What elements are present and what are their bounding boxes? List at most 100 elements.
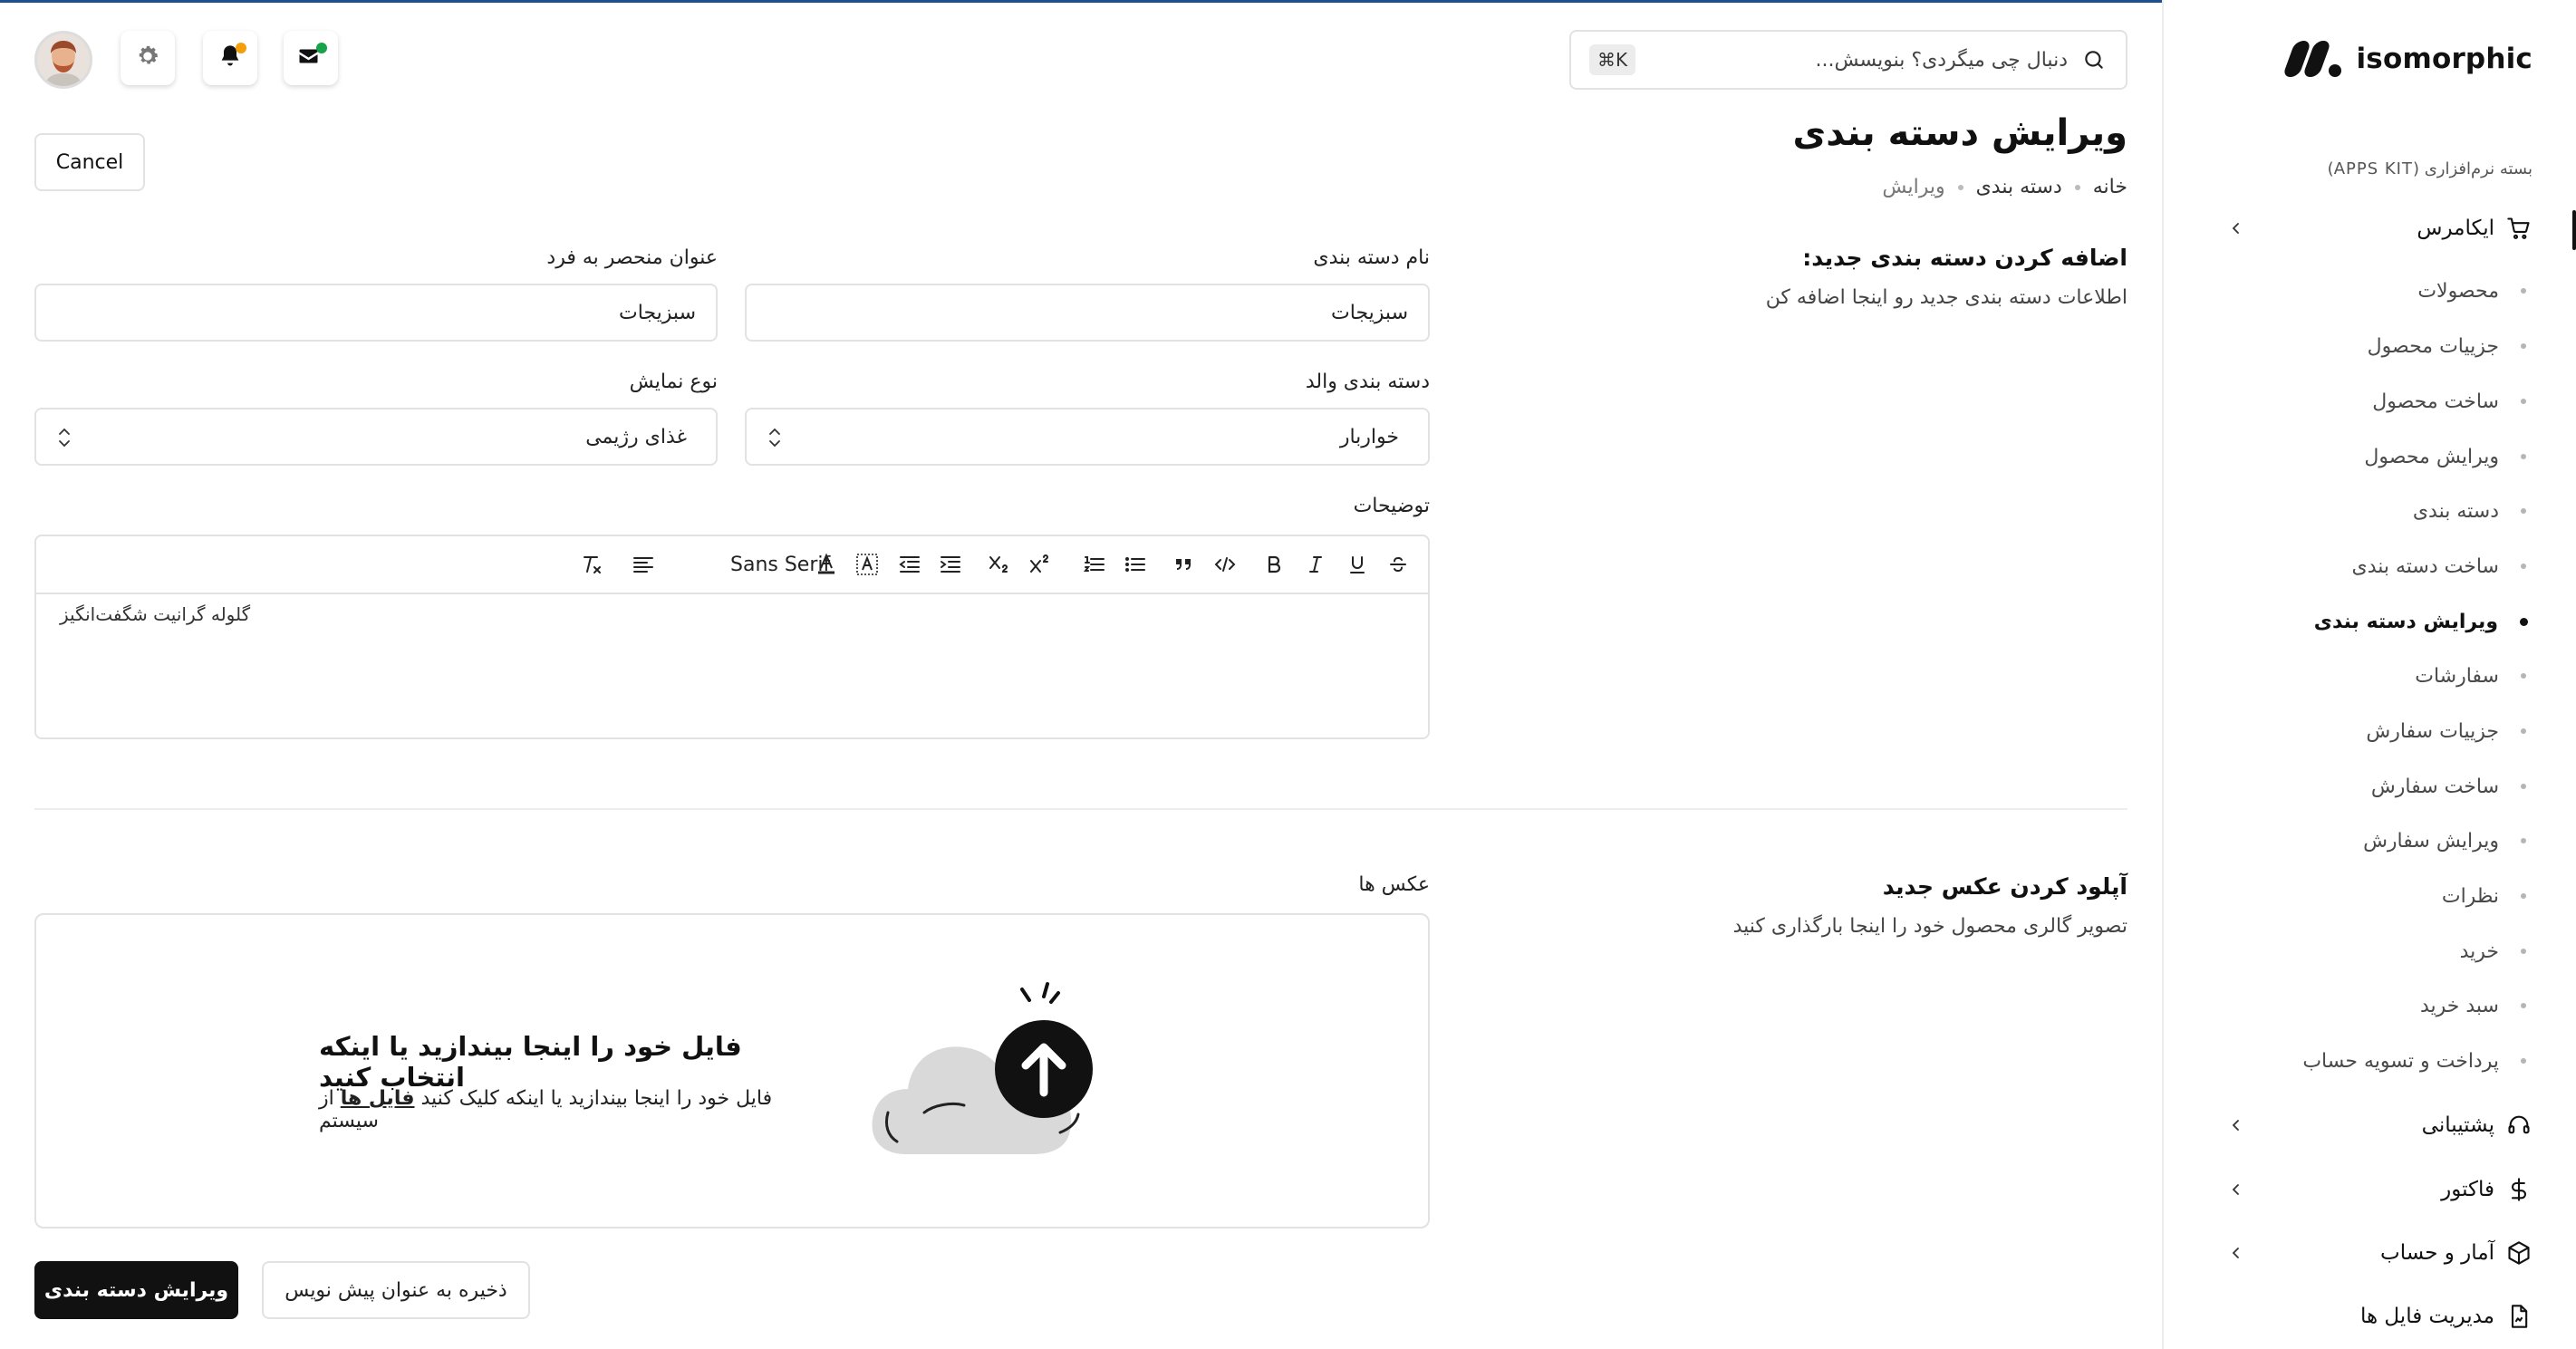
sidebar-item-categories[interactable]: دسته بندی xyxy=(2243,491,2533,531)
sidebar-item-checkout[interactable]: پرداخت و تسویه حساب xyxy=(2243,1041,2533,1081)
quote-icon[interactable] xyxy=(1170,549,1197,580)
breadcrumb-current: ویرایش xyxy=(1882,176,1945,198)
indent-icon[interactable] xyxy=(937,549,964,580)
bullet-dot xyxy=(2521,893,2526,899)
superscript-icon[interactable] xyxy=(1028,549,1055,580)
breadcrumb-home[interactable]: خانه xyxy=(2093,176,2127,198)
upload-section-description: تصویر گالری محصول خود را اینجا بارگذاری … xyxy=(1732,915,2127,938)
search-placeholder: دنبال چی میگردی؟ بنویسش... xyxy=(1815,48,2068,72)
dropzone-subtitle: فایل خود را اینجا بیندازید یا اینکه کلیک… xyxy=(319,1087,835,1132)
search-icon xyxy=(2080,46,2108,73)
sidebar-group-analytics[interactable]: آمار و حساب xyxy=(2164,1226,2576,1280)
breadcrumb-separator xyxy=(1957,184,1963,190)
sidebar-item-create-product[interactable]: ساخت محصول xyxy=(2243,381,2533,421)
browse-files-link[interactable]: فایل ها xyxy=(341,1087,415,1110)
chevron-left-icon[interactable] xyxy=(2224,1177,2249,1202)
slug-input[interactable]: سبزیجات xyxy=(34,284,718,342)
brand-name: isomorphic xyxy=(2356,43,2533,75)
search-bar[interactable]: دنبال چی میگردی؟ بنویسش... ⌘K xyxy=(1569,30,2127,90)
sidebar-item-label: دسته بندی xyxy=(2412,499,2499,523)
sidebar-item-edit-order[interactable]: ویرایش سفارش xyxy=(2243,821,2533,861)
subscript-icon[interactable] xyxy=(987,549,1014,580)
sidebar-item-edit-category[interactable]: ویرایش دسته بندی xyxy=(2243,602,2533,641)
editor-content[interactable]: گلوله گرانیت شگفت‌انگیز xyxy=(36,603,1428,625)
sidebar-group-label: آمار و حساب xyxy=(2380,1241,2494,1265)
rich-text-editor[interactable]: Sans Serif گلوله گرانیت شگفت‌انگیز xyxy=(34,535,1430,739)
gear-icon xyxy=(135,43,160,72)
sidebar-item-reviews[interactable]: نظرات xyxy=(2243,876,2533,916)
bullet-dot xyxy=(2521,288,2526,294)
code-icon[interactable] xyxy=(1211,549,1239,580)
strikethrough-icon[interactable] xyxy=(1384,549,1412,580)
category-section-title: اضافه کردن دسته بندی جدید: xyxy=(1802,245,2127,271)
notifications-button[interactable] xyxy=(203,31,257,85)
parent-category-label: دسته بندی والد xyxy=(1305,371,1430,393)
settings-button[interactable] xyxy=(121,31,175,85)
chevron-left-icon[interactable] xyxy=(2224,1240,2249,1266)
align-icon[interactable] xyxy=(630,549,657,580)
slug-value: سبزیجات xyxy=(619,301,696,324)
display-type-label: نوع نمایش xyxy=(629,371,718,393)
sidebar-group-label: ایکامرس xyxy=(2417,217,2494,240)
sidebar-item-create-category[interactable]: ساخت دسته بندی xyxy=(2243,546,2533,586)
chevron-left-icon[interactable] xyxy=(2224,216,2249,241)
messages-button[interactable] xyxy=(284,31,338,85)
sidebar-item-products[interactable]: محصولات xyxy=(2243,271,2533,311)
bullet-dot xyxy=(2521,343,2526,349)
sidebar-item-label: ویرایش محصول xyxy=(2364,445,2499,468)
sidebar-group-support[interactable]: پشتیبانی xyxy=(2164,1098,2576,1152)
sidebar-item-orders[interactable]: سفارشات xyxy=(2243,656,2533,696)
bullet-dot xyxy=(2521,1058,2526,1064)
sidebar-item-label: نظرات xyxy=(2441,884,2499,908)
dollar-icon xyxy=(2505,1176,2533,1203)
editor-text: گلوله گرانیت شگفت‌انگیز xyxy=(60,603,251,625)
sidebar-item-edit-product[interactable]: ویرایش محصول xyxy=(2243,437,2533,477)
images-label: عکس ها xyxy=(1358,873,1430,896)
bullet-dot xyxy=(2521,454,2526,459)
brand-logo[interactable]: isomorphic xyxy=(2282,36,2533,82)
sidebar-item-label: پرداخت و تسویه حساب xyxy=(2302,1049,2499,1073)
sidebar-item-cart[interactable]: سبد خرید xyxy=(2243,986,2533,1026)
sidebar-group-file-manager[interactable]: مدیریت فایل ها xyxy=(2164,1289,2576,1344)
breadcrumb-categories[interactable]: دسته بندی xyxy=(1976,176,2062,198)
notifications-badge xyxy=(236,43,246,53)
ordered-list-icon[interactable] xyxy=(1081,549,1108,580)
sidebar-item-product-details[interactable]: جزییات محصول xyxy=(2243,326,2533,366)
sidebar-group-ecommerce[interactable]: ایکامرس xyxy=(2164,201,2576,255)
sidebar-group-label: مدیریت فایل ها xyxy=(2359,1305,2494,1328)
breadcrumb-separator xyxy=(2074,184,2080,190)
sidebar-item-label: محصولات xyxy=(2417,279,2499,303)
font-family-select[interactable]: Sans Serif xyxy=(730,549,830,580)
search-shortcut-badge: ⌘K xyxy=(1589,44,1636,75)
sidebar-item-order-details[interactable]: جزییات سفارش xyxy=(2243,711,2533,751)
sidebar-item-label: سبد خرید xyxy=(2419,994,2499,1017)
underline-icon[interactable] xyxy=(1344,549,1371,580)
bullet-dot xyxy=(2521,508,2526,514)
category-name-input[interactable]: سبزیجات xyxy=(745,284,1430,342)
bold-icon[interactable] xyxy=(1260,549,1288,580)
sidebar-item-create-order[interactable]: ساخت سفارش xyxy=(2243,766,2533,806)
chevron-left-icon[interactable] xyxy=(2224,1113,2249,1138)
outdent-icon[interactable] xyxy=(896,549,923,580)
sidebar-section-caption: بسته نرم‌افزاری (APPS KIT) xyxy=(2327,159,2533,178)
display-type-select[interactable]: غذای رژیمی xyxy=(34,408,718,466)
cancel-button[interactable]: Cancel xyxy=(34,133,145,191)
sidebar-group-invoice[interactable]: فاکتور xyxy=(2164,1162,2576,1217)
save-draft-button[interactable]: ذخیره به عنوان پیش نویس xyxy=(262,1261,530,1319)
messages-badge xyxy=(316,43,327,53)
submit-edit-category-button[interactable]: ویرایش دسته بندی xyxy=(34,1261,238,1319)
highlight-color-icon[interactable] xyxy=(854,549,881,580)
dropzone-title: فایل خود را اینجا بیندازید یا اینکه انتخ… xyxy=(319,1031,742,1093)
sidebar-item-label: ساخت دسته بندی xyxy=(2351,554,2499,578)
sidebar: isomorphic بسته نرم‌افزاری (APPS KIT) ای… xyxy=(2162,0,2576,1349)
sidebar-item-label: ساخت محصول xyxy=(2372,390,2499,413)
display-type-value: غذای رژیمی xyxy=(585,425,687,448)
clear-format-icon[interactable] xyxy=(580,549,607,580)
sidebar-item-shop[interactable]: خرید xyxy=(2243,931,2533,971)
category-section-description: اطلاعات دسته بندی جدید رو اینجا اضافه کن xyxy=(1765,286,2127,309)
parent-category-select[interactable]: خواربار xyxy=(745,408,1430,466)
sidebar-item-label: خرید xyxy=(2459,939,2499,963)
italic-icon[interactable] xyxy=(1302,549,1329,580)
bullet-list-icon[interactable] xyxy=(1122,549,1149,580)
avatar[interactable] xyxy=(34,31,92,89)
